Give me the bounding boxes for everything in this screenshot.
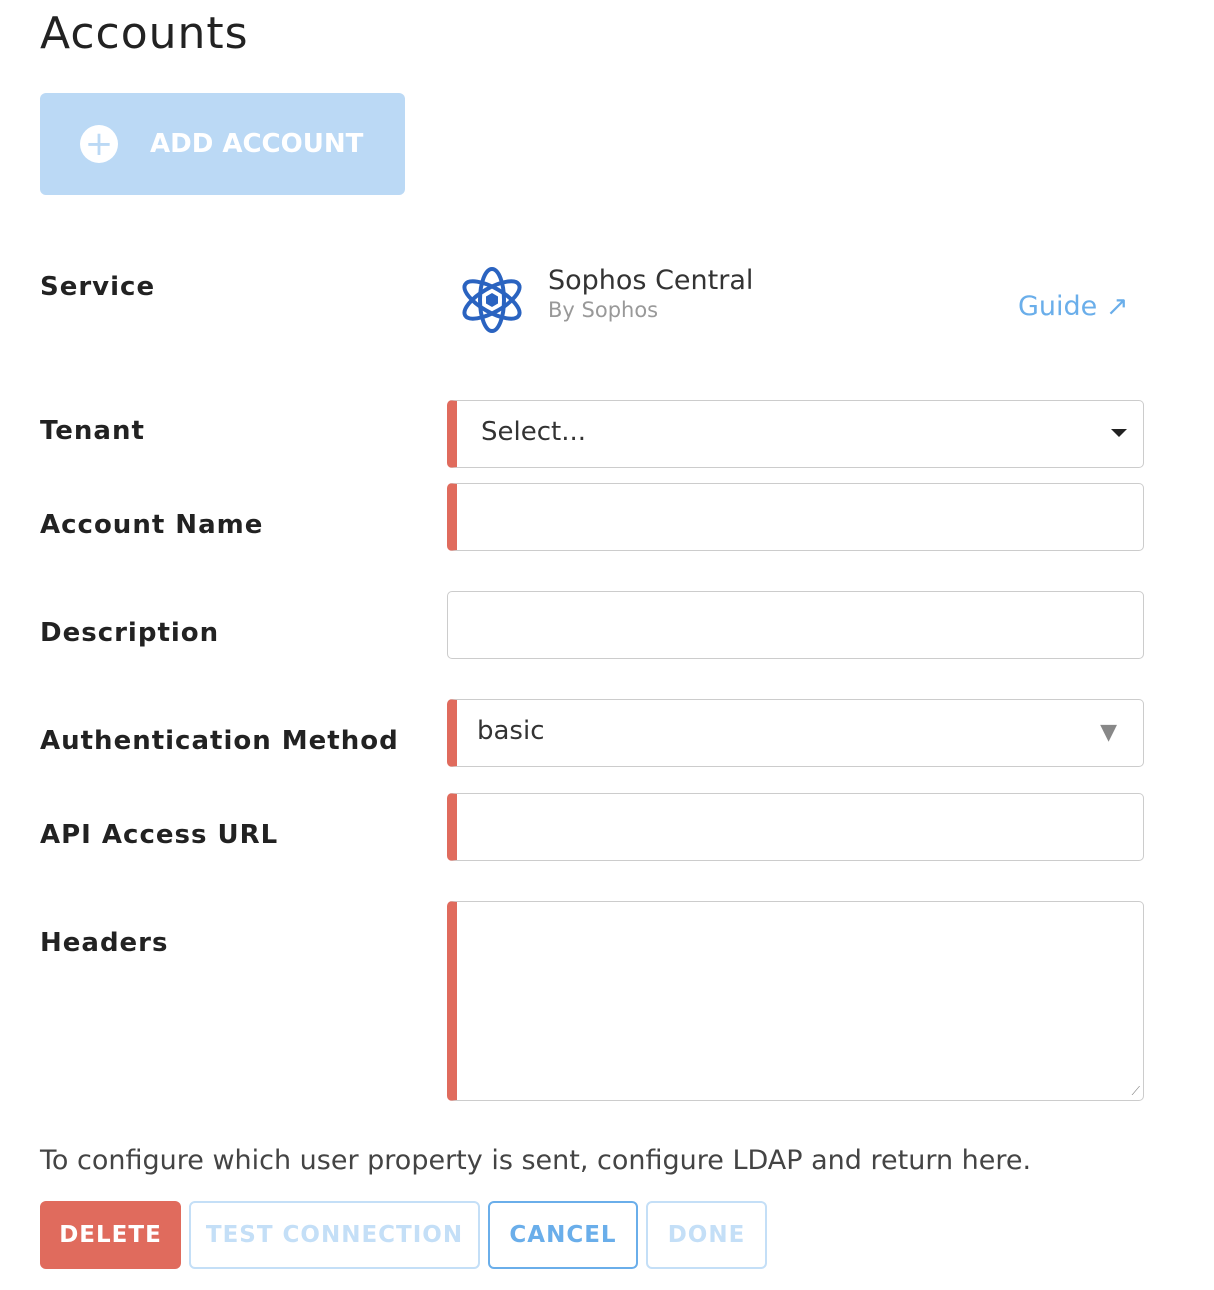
guide-link[interactable]: Guide ↗ [1018, 291, 1129, 322]
plus-icon: + [80, 124, 118, 164]
auth-method-select[interactable]: basic ▼ [447, 699, 1144, 767]
api-url-input[interactable] [447, 793, 1144, 861]
add-account-button[interactable]: + ADD ACCOUNT [40, 93, 405, 195]
delete-button[interactable]: DELETE [40, 1201, 181, 1269]
cancel-button[interactable]: CANCEL [488, 1201, 638, 1269]
description-input[interactable] [447, 591, 1144, 659]
service-vendor: By Sophos [548, 298, 659, 322]
description-label: Description [40, 618, 220, 648]
tenant-label: Tenant [40, 416, 145, 446]
headers-textarea[interactable]: ⟋ [447, 901, 1144, 1101]
auth-method-label: Authentication Method [40, 726, 399, 756]
triangle-down-icon: ▼ [1100, 720, 1117, 745]
ldap-note: To configure which user property is sent… [40, 1145, 1032, 1176]
auth-method-value: basic [477, 716, 545, 746]
page-title: Accounts [40, 8, 249, 59]
caret-down-icon [1111, 429, 1127, 437]
resize-handle-icon[interactable]: ⟋ [1132, 1084, 1140, 1099]
sophos-logo-icon [462, 267, 522, 333]
guide-label: Guide [1018, 291, 1098, 322]
account-name-label: Account Name [40, 510, 264, 540]
service-name: Sophos Central [548, 265, 754, 296]
tenant-value: Select... [481, 417, 587, 447]
test-connection-button[interactable]: TEST CONNECTION [189, 1201, 480, 1269]
service-label: Service [40, 272, 156, 302]
headers-label: Headers [40, 928, 169, 958]
done-button[interactable]: DONE [646, 1201, 767, 1269]
add-account-label: ADD ACCOUNT [150, 129, 364, 159]
account-name-input[interactable] [447, 483, 1144, 551]
external-link-icon: ↗ [1105, 291, 1129, 322]
tenant-select[interactable]: Select... [447, 400, 1144, 468]
api-url-label: API Access URL [40, 820, 279, 850]
